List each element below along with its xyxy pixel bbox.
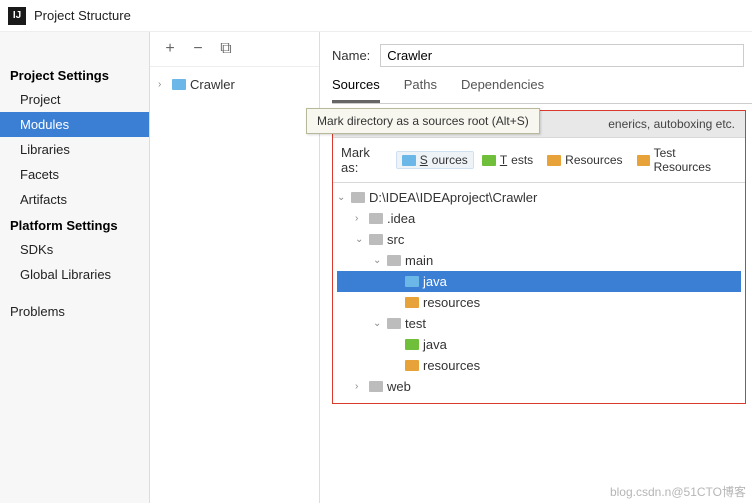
chevron-right-icon: › (158, 79, 168, 90)
tree-java-main[interactable]: › java (337, 271, 741, 292)
mark-tests-button[interactable]: Tests (476, 151, 539, 169)
mark-test-resources-button[interactable]: Test Resources (631, 144, 737, 176)
mark-as-label: Mark as: (341, 145, 388, 175)
watermark: blog.csdn.n@51CTO博客 (610, 483, 746, 500)
chevron-down-icon: ⌄ (337, 192, 347, 203)
tab-paths[interactable]: Paths (404, 77, 437, 97)
tree-src[interactable]: ⌄ src (337, 229, 741, 250)
sidebar-heading-platform: Platform Settings (0, 212, 149, 237)
copy-button[interactable]: ⧉ (218, 40, 234, 58)
folder-blue-icon (405, 276, 419, 287)
folder-orange-icon (405, 360, 419, 371)
add-button[interactable]: + (162, 40, 178, 58)
mark-resources-button[interactable]: Resources (541, 151, 628, 169)
tree-resources-main[interactable]: › resources (337, 292, 741, 313)
sidebar-item-problems[interactable]: Problems (0, 299, 149, 324)
name-label: Name: (332, 48, 370, 63)
module-panel: + − ⧉ › Crawler (150, 32, 320, 503)
sidebar-heading-project: Project Settings (0, 62, 149, 87)
module-item-crawler[interactable]: › Crawler (150, 73, 319, 96)
folder-orange-icon (637, 155, 650, 166)
folder-green-icon (482, 155, 496, 166)
tab-dependencies[interactable]: Dependencies (461, 77, 544, 97)
chevron-right-icon: › (355, 381, 365, 392)
tree-web[interactable]: › web (337, 376, 741, 397)
name-input[interactable] (380, 44, 744, 67)
directory-tree: ⌄ D:\IDEA\IDEAproject\Crawler › .idea ⌄ … (333, 183, 745, 403)
tree-main[interactable]: ⌄ main (337, 250, 741, 271)
folder-icon (369, 234, 383, 245)
chevron-down-icon: ⌄ (373, 318, 383, 329)
folder-blue-icon (402, 155, 416, 166)
tree-test[interactable]: ⌄ test (337, 313, 741, 334)
remove-button[interactable]: − (190, 40, 206, 58)
folder-icon (387, 255, 401, 266)
tree-idea[interactable]: › .idea (337, 208, 741, 229)
sidebar-item-libraries[interactable]: Libraries (0, 137, 149, 162)
tooltip: Mark directory as a sources root (Alt+S) (306, 108, 540, 134)
tree-resources-test[interactable]: › resources (337, 355, 741, 376)
module-icon (172, 79, 186, 90)
chevron-right-icon: › (355, 213, 365, 224)
sidebar-item-modules[interactable]: Modules (0, 112, 149, 137)
sidebar-item-sdks[interactable]: SDKs (0, 237, 149, 262)
folder-green-icon (405, 339, 419, 350)
folder-orange-icon (405, 297, 419, 308)
sources-panel-highlight: enerics, autoboxing etc. Mark as: Source… (332, 110, 746, 404)
sidebar-item-global-libraries[interactable]: Global Libraries (0, 262, 149, 287)
sidebar-item-project[interactable]: Project (0, 87, 149, 112)
module-label: Crawler (190, 77, 235, 92)
sidebar-item-artifacts[interactable]: Artifacts (0, 187, 149, 212)
folder-icon (351, 192, 365, 203)
app-icon: IJ (8, 7, 26, 25)
mark-sources-button[interactable]: Sources (396, 151, 474, 169)
tree-java-test[interactable]: › java (337, 334, 741, 355)
sidebar-item-facets[interactable]: Facets (0, 162, 149, 187)
details-panel: Name: Sources Paths Dependencies enerics… (320, 32, 752, 503)
window-title: Project Structure (34, 8, 131, 23)
folder-icon (387, 318, 401, 329)
chevron-down-icon: ⌄ (373, 255, 383, 266)
sidebar: Project Settings Project Modules Librari… (0, 32, 150, 503)
chevron-down-icon: ⌄ (355, 234, 365, 245)
folder-orange-icon (547, 155, 561, 166)
folder-icon (369, 213, 383, 224)
folder-icon (369, 381, 383, 392)
tab-sources[interactable]: Sources (332, 77, 380, 103)
tree-root[interactable]: ⌄ D:\IDEA\IDEAproject\Crawler (337, 187, 741, 208)
